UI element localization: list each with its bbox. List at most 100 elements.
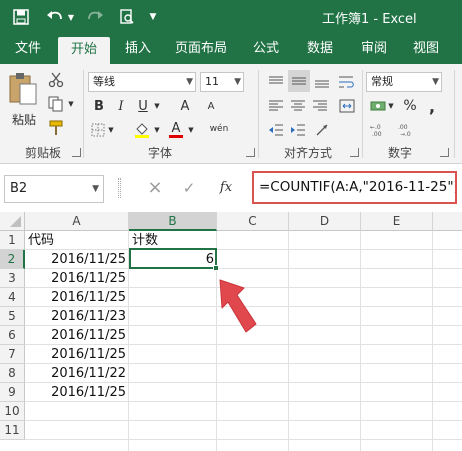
tab-home[interactable]: 开始	[58, 37, 110, 64]
tab-formulas[interactable]: 公式	[246, 34, 286, 64]
align-bottom-icon[interactable]	[312, 72, 332, 92]
tab-review[interactable]: 审阅	[354, 34, 394, 64]
formula-input[interactable]: =COUNTIF(A:A,"2016-11-25")	[252, 171, 457, 204]
font-size-select[interactable]: 11 ▼	[200, 72, 244, 92]
copy-dropdown-icon[interactable]: ▼	[66, 94, 76, 114]
copy-icon[interactable]	[46, 94, 66, 114]
paste-icon[interactable]	[6, 70, 40, 108]
borders-icon[interactable]	[88, 120, 108, 140]
font-color-button[interactable]: A	[166, 120, 186, 140]
decrease-decimal-icon[interactable]: .00 →.0	[396, 120, 420, 140]
shrink-font-button[interactable]: A	[202, 96, 220, 116]
decrease-indent-icon[interactable]	[266, 120, 286, 140]
alignment-launcher-icon[interactable]	[350, 148, 359, 157]
cell-a7[interactable]: 2016/11/25	[25, 345, 129, 364]
underline-dropdown-icon[interactable]: ▼	[152, 96, 162, 116]
active-cell-border	[129, 248, 217, 269]
paste-button[interactable]: 粘贴	[8, 110, 40, 128]
borders-dropdown-icon[interactable]: ▼	[106, 120, 116, 140]
svg-text:←.0: ←.0	[370, 124, 381, 131]
tab-data[interactable]: 数据	[300, 34, 340, 64]
cut-icon[interactable]	[46, 70, 66, 90]
insert-function-button[interactable]: fx	[214, 176, 238, 200]
column-header-a[interactable]: A	[25, 212, 129, 231]
merge-center-icon[interactable]	[336, 96, 358, 116]
format-painter-icon[interactable]	[46, 118, 66, 138]
row-header[interactable]: 3	[0, 269, 25, 288]
title-bar: ▼ ▼ 工作簿1 - Excel	[0, 0, 462, 34]
undo-dropdown-icon[interactable]: ▼	[66, 0, 76, 34]
cell-a6[interactable]: 2016/11/25	[25, 326, 129, 345]
row-header[interactable]: 8	[0, 364, 25, 383]
cell-a3[interactable]: 2016/11/25	[25, 269, 129, 288]
row-header[interactable]: 4	[0, 288, 25, 307]
wrap-text-icon[interactable]	[336, 72, 358, 92]
row-header[interactable]: 5	[0, 307, 25, 326]
comma-style-icon[interactable]: ,	[422, 96, 442, 116]
formula-bar-splitter[interactable]	[118, 178, 121, 198]
underline-button[interactable]: U	[134, 96, 152, 116]
number-format-select[interactable]: 常规 ▼	[366, 72, 442, 92]
row-header[interactable]: 2	[0, 250, 25, 269]
chevron-down-icon: ▼	[186, 77, 193, 87]
accounting-format-icon[interactable]	[368, 96, 388, 116]
tab-page-layout[interactable]: 页面布局	[168, 34, 234, 64]
increase-indent-icon[interactable]	[288, 120, 308, 140]
cell-a9[interactable]: 2016/11/25	[25, 383, 129, 402]
print-preview-icon[interactable]	[116, 0, 138, 34]
column-header-b[interactable]: B	[129, 212, 217, 231]
cell-a8[interactable]: 2016/11/22	[25, 364, 129, 383]
cell-a1[interactable]: 代码	[25, 231, 129, 250]
percent-style-icon[interactable]: %	[400, 96, 420, 116]
cancel-icon[interactable]: ×	[146, 176, 164, 200]
align-top-icon[interactable]	[266, 72, 286, 92]
cell-a5[interactable]: 2016/11/23	[25, 307, 129, 326]
font-name-select[interactable]: 等线 ▼	[88, 72, 196, 92]
chevron-down-icon[interactable]: ▼	[146, 0, 160, 34]
column-header-e[interactable]: E	[361, 212, 433, 231]
name-box[interactable]: B2 ▼	[4, 175, 104, 203]
tab-view[interactable]: 视图	[406, 34, 446, 64]
align-right-icon[interactable]	[310, 96, 330, 116]
redo-icon[interactable]	[84, 0, 106, 34]
clipboard-launcher-icon[interactable]	[72, 148, 81, 157]
align-middle-icon[interactable]	[288, 70, 310, 92]
cell-a2[interactable]: 2016/11/25	[25, 250, 129, 269]
number-launcher-icon[interactable]	[440, 148, 449, 157]
enter-icon[interactable]: ✓	[180, 176, 198, 200]
row-header[interactable]: 10	[0, 402, 25, 421]
italic-button[interactable]: I	[112, 96, 130, 116]
font-color-dropdown-icon[interactable]: ▼	[186, 120, 196, 140]
fill-color-dropdown-icon[interactable]: ▼	[152, 120, 162, 140]
column-header-d[interactable]: D	[289, 212, 361, 231]
group-divider	[83, 70, 84, 158]
fill-handle[interactable]	[213, 265, 219, 271]
row-header[interactable]: 7	[0, 345, 25, 364]
tab-insert[interactable]: 插入	[118, 34, 158, 64]
row-header[interactable]: 6	[0, 326, 25, 345]
fill-color-icon[interactable]	[132, 120, 152, 140]
row-header[interactable]: 1	[0, 231, 25, 250]
row-header[interactable]: 9	[0, 383, 25, 402]
select-all-button[interactable]	[0, 212, 25, 231]
font-launcher-icon[interactable]	[246, 148, 255, 157]
phonetic-guide-button[interactable]: wén	[204, 118, 234, 140]
text-orientation-icon[interactable]	[312, 120, 332, 140]
accounting-dropdown-icon[interactable]: ▼	[386, 96, 396, 116]
grow-font-button[interactable]: A	[176, 96, 194, 116]
ribbon-tabs: 文件 开始 插入 页面布局 公式 数据 审阅 视图	[0, 34, 462, 64]
undo-icon[interactable]	[44, 0, 66, 34]
grid-line	[25, 439, 462, 440]
align-center-icon[interactable]	[288, 96, 308, 116]
column-header-f[interactable]	[433, 212, 462, 231]
name-box-value: B2	[10, 181, 28, 196]
floppy-disk-icon[interactable]	[10, 0, 32, 34]
cell-a4[interactable]: 2016/11/25	[25, 288, 129, 307]
increase-decimal-icon[interactable]: ←.0.00	[368, 120, 392, 140]
tab-file[interactable]: 文件	[6, 34, 50, 64]
bold-button[interactable]: B	[90, 96, 108, 116]
group-divider	[362, 70, 363, 158]
column-header-c[interactable]: C	[217, 212, 289, 231]
row-header[interactable]: 11	[0, 421, 25, 440]
align-left-icon[interactable]	[266, 96, 286, 116]
